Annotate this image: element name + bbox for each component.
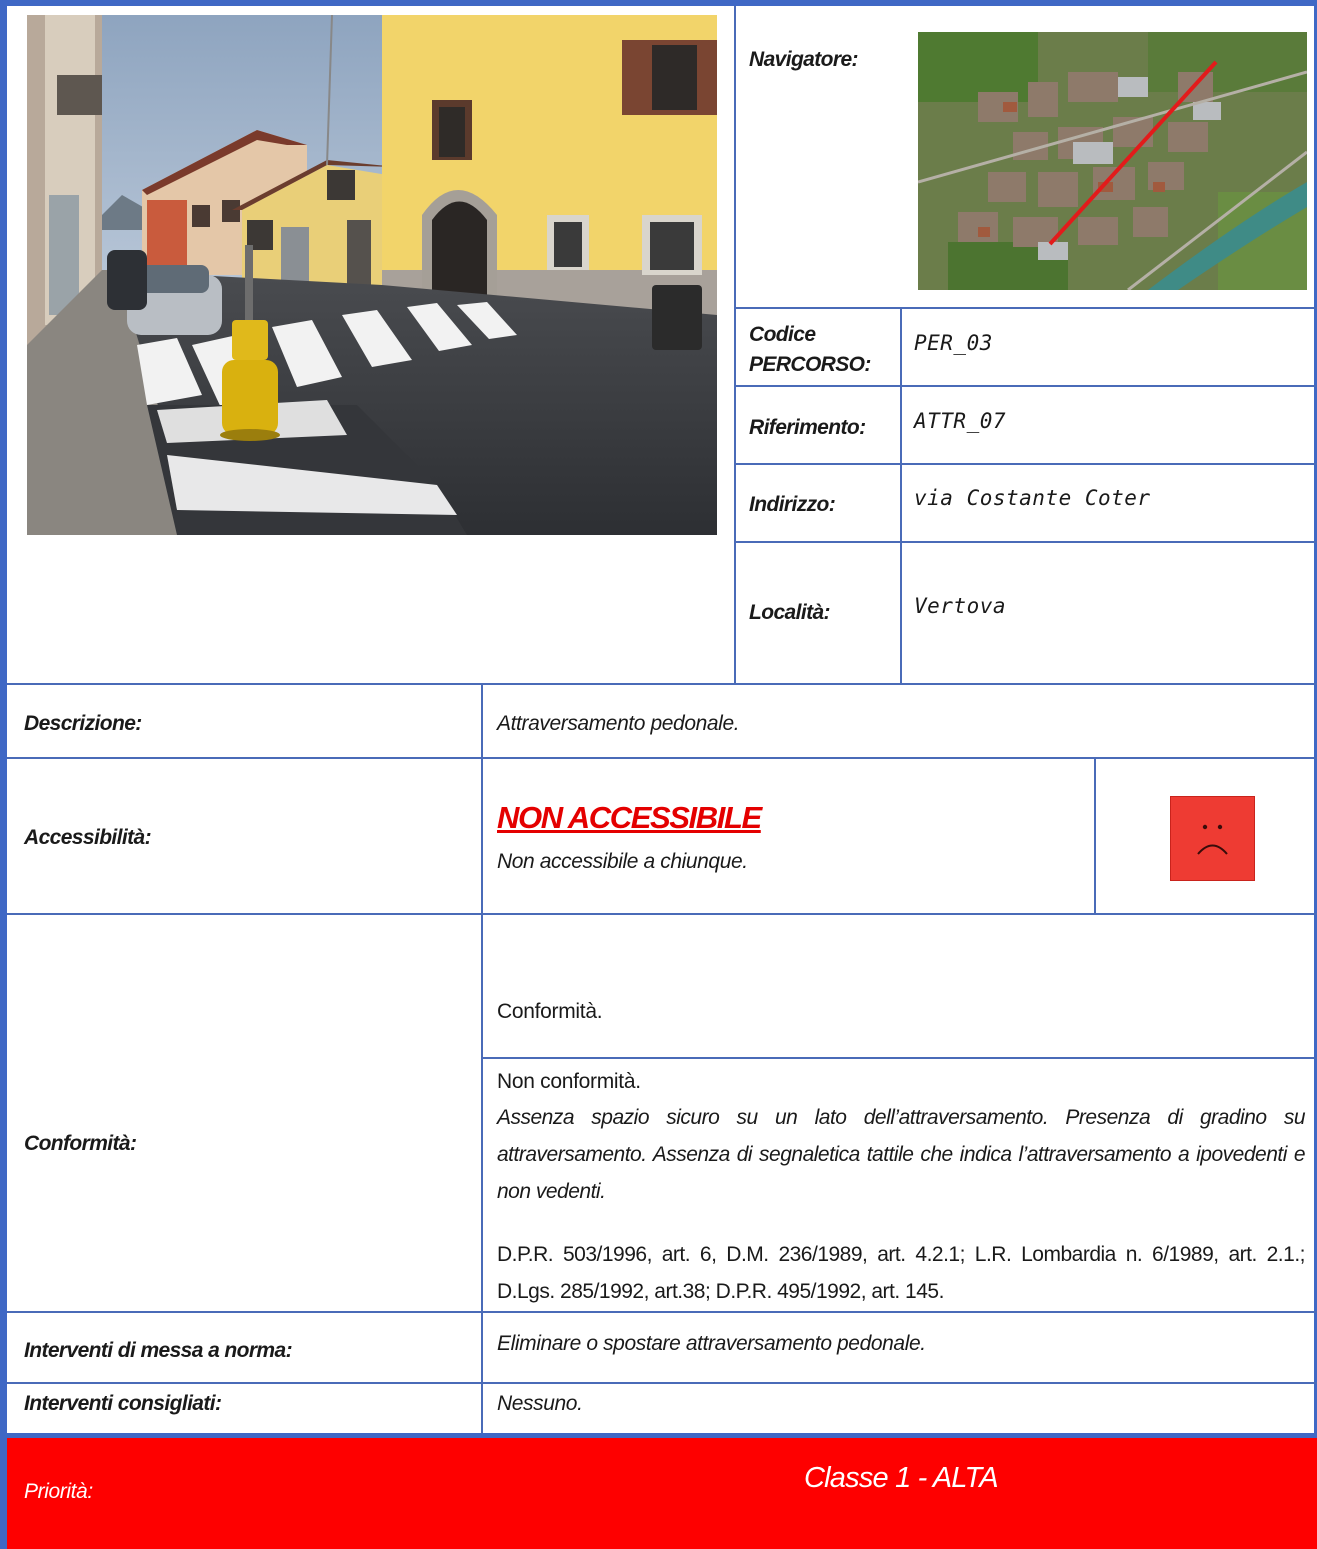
body-top-line [7, 683, 1317, 685]
riferimento-value: ATTR_07 [914, 409, 1007, 433]
frame-top-border [0, 0, 1317, 6]
accessibility-note: Non accessibile a chiunque. [497, 850, 748, 873]
interventi-consigliati-value: Nessuno. [497, 1392, 583, 1415]
accessibilita-label: Accessibilità: [24, 826, 152, 849]
priority-bar: Priorità: Classe 1 - ALTA [7, 1438, 1317, 1549]
aerial-map [918, 32, 1307, 290]
body-line-descrizione [7, 757, 1317, 759]
header-row-line-3 [735, 463, 1317, 465]
header-row-line-4 [735, 541, 1317, 543]
header-row-line-2 [735, 385, 1317, 387]
priority-label: Priorità: [24, 1480, 93, 1503]
riferimenti-normativi: D.P.R. 503/1996, art. 6, D.M. 236/1989, … [497, 1243, 1306, 1303]
accessibility-icon-divider [1094, 757, 1096, 914]
codice-value: PER_03 [914, 331, 993, 355]
riferimento-label: Riferimento: [749, 416, 866, 439]
body-line-conformita [7, 1311, 1317, 1313]
interventi-norma-value: Eliminare o spostare attraversamento ped… [497, 1332, 926, 1355]
body-label-divider [481, 683, 483, 1438]
interventi-norma-label: Interventi di messa a norma: [24, 1339, 293, 1362]
body-line-interventi-norma [7, 1382, 1317, 1384]
accessibility-status: NON ACCESSIBILE [497, 800, 762, 835]
conformita-split-line [482, 1057, 1317, 1059]
street-photo [27, 15, 717, 535]
interventi-consigliati-label: Interventi consigliati: [24, 1392, 222, 1415]
non-conforme-text: Assenza spazio sicuro su un lato dell’at… [497, 1106, 1306, 1203]
header-divider-vertical [734, 6, 736, 684]
navigatore-label: Navigatore: [749, 48, 859, 71]
conformita-label: Conformità: [24, 1132, 137, 1155]
sad-face-icon [1170, 796, 1255, 881]
indirizzo-label: Indirizzo: [749, 493, 836, 516]
localita-label: Località: [749, 601, 831, 624]
descrizione-value: Attraversamento pedonale. [497, 712, 740, 735]
priority-value: Classe 1 - ALTA [804, 1462, 999, 1494]
descrizione-label: Descrizione: [24, 712, 142, 735]
header-inner-divider [900, 307, 902, 684]
conforme-title: Conformità. [497, 1000, 603, 1023]
non-conforme-title: Non conformità. [497, 1070, 641, 1093]
indirizzo-value: via Costante Coter [914, 486, 1151, 510]
codice-label: Codice PERCORSO: [749, 323, 871, 376]
header-row-line-1 [735, 307, 1317, 309]
localita-value: Vertova [914, 594, 1007, 618]
survey-sheet: Navigatore: Codice PERCORSO: PER_03 Rife… [0, 0, 1317, 1549]
frame-left-border [0, 0, 7, 1549]
body-line-accessibilita [7, 913, 1317, 915]
